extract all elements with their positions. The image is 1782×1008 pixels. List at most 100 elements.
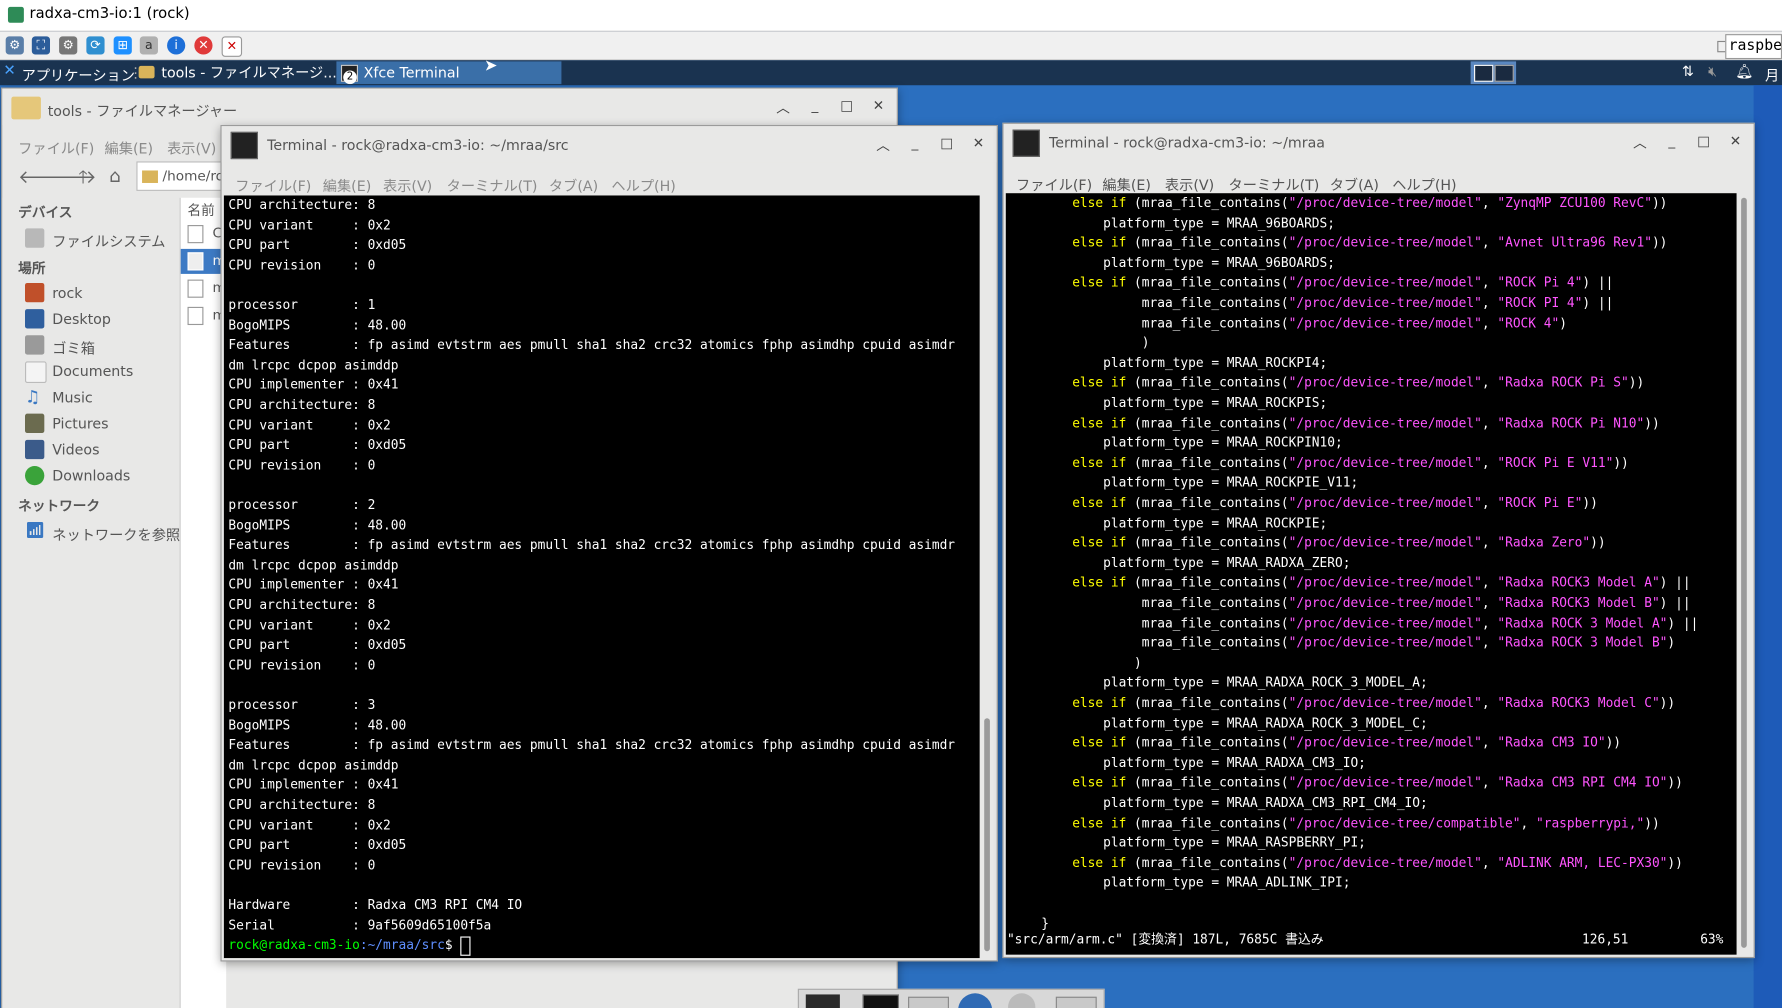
fullscreen-icon[interactable]: ⛶	[31, 36, 51, 55]
menu-edit[interactable]: 編集(E)	[105, 136, 153, 158]
home-icon	[25, 282, 45, 303]
scrollbar-thumb[interactable]	[984, 718, 990, 952]
code-text: mraa_file_contains(	[1010, 595, 1289, 611]
menu-file[interactable]: ファイル(F)	[1016, 173, 1092, 195]
close-session-icon[interactable]: ✕	[221, 36, 243, 57]
shell-prompt[interactable]: rock@radxa-cm3-io:~/mraa/src$	[228, 936, 471, 956]
workspace-switcher[interactable]	[1470, 61, 1517, 85]
sidebar-item-pictures[interactable]: Pictures	[25, 413, 109, 434]
code-keyword: else if	[1072, 695, 1127, 711]
terminal-right-content[interactable]: else if (mraa_file_contains("/proc/devic…	[1005, 193, 1737, 955]
shade-icon[interactable]: ︿	[874, 135, 892, 154]
menu-view[interactable]: 表示(V)	[1165, 173, 1214, 195]
info-icon[interactable]: i	[167, 36, 186, 55]
xfce-logo-icon[interactable]: ✕	[3, 63, 17, 80]
app-finder-launcher-icon[interactable]	[1008, 993, 1036, 1008]
file-row[interactable]: m	[181, 305, 226, 328]
terminal-launcher-icon[interactable]	[862, 994, 899, 1008]
connection-options-icon[interactable]: ⚙	[5, 36, 24, 55]
sidebar-item-browse-network[interactable]: 📶︎ ネットワークを参照	[25, 522, 180, 545]
column-header-name[interactable]: 名前	[188, 200, 215, 219]
folder-launcher-icon[interactable]	[1055, 996, 1097, 1008]
menu-edit[interactable]: 編集(E)	[323, 174, 371, 196]
menu-edit[interactable]: 編集(E)	[1102, 173, 1150, 195]
windows-key-icon[interactable]: ⊞	[113, 36, 132, 55]
forward-icon[interactable]: 🡒	[48, 165, 97, 188]
file-row[interactable]: m	[181, 277, 226, 300]
file-manager-titlebar[interactable]: tools - ファイルマネージャー ︿ _ □ ✕	[2, 88, 897, 126]
applications-menu[interactable]: アプリケーション	[22, 64, 135, 86]
path-bar[interactable]: /home/ro	[136, 161, 230, 191]
terminal-left-titlebar[interactable]: Terminal - rock@radxa-cm3-io: ~/mraa/src…	[221, 126, 997, 163]
shade-icon[interactable]: ︿	[774, 98, 792, 117]
sidebar-item-rock[interactable]: rock	[25, 282, 83, 303]
workspace-2-icon[interactable]	[1494, 64, 1514, 82]
close-icon[interactable]: ✕	[969, 135, 987, 151]
code-line: platform_type = MRAA_RADXA_ROCK_3_MODEL_…	[1010, 673, 1428, 693]
sidebar-item-filesystem[interactable]: ファイルシステム	[25, 228, 166, 252]
alt-key-icon[interactable]: a	[139, 36, 158, 55]
code-string: "/proc/device-tree/model"	[1288, 315, 1482, 331]
home-icon[interactable]: ⌂	[109, 165, 121, 187]
menu-terminal[interactable]: ターミナル(T)	[1229, 173, 1320, 195]
code-text: ,	[1481, 455, 1498, 471]
menu-terminal[interactable]: ターミナル(T)	[447, 174, 538, 196]
disconnect-icon[interactable]: ✕	[194, 36, 213, 55]
clock[interactable]: 月	[1765, 64, 1779, 86]
sidebar-item-videos[interactable]: Videos	[25, 439, 99, 460]
sidebar-item-documents[interactable]: Documents	[25, 361, 133, 384]
terminal-line: CPU implementer : 0x41	[228, 777, 399, 793]
menu-help[interactable]: ヘルプ(H)	[1392, 173, 1456, 195]
code-line: )	[1010, 653, 1142, 673]
scrollbar[interactable]	[1737, 193, 1752, 955]
menu-view[interactable]: 表示(V)	[167, 136, 216, 158]
close-icon[interactable]: ✕	[869, 98, 887, 114]
up-icon[interactable]: 🡑	[78, 165, 87, 196]
code-line: mraa_file_contains("/proc/device-tree/mo…	[1010, 633, 1675, 653]
menu-help[interactable]: ヘルプ(H)	[611, 174, 675, 196]
terminal-right-titlebar[interactable]: Terminal - rock@radxa-cm3-io: ~/mraa ︿ _…	[1003, 123, 1754, 161]
menu-view[interactable]: 表示(V)	[383, 174, 432, 196]
file-row[interactable]: m	[180, 248, 227, 274]
sidebar-item-music[interactable]: ♫ Music	[25, 387, 93, 406]
section-places: 場所	[18, 260, 46, 277]
scrollbar-thumb[interactable]	[1741, 197, 1747, 948]
code-text: ) ||	[1582, 275, 1614, 291]
task-file-manager[interactable]: tools - ファイルマネージ...	[134, 61, 357, 84]
code-text: )	[1667, 635, 1676, 651]
file-row[interactable]: C	[181, 223, 226, 246]
sidebar-item-trash[interactable]: ゴミ箱	[25, 335, 95, 358]
downloads-icon	[25, 465, 45, 486]
minimize-icon[interactable]: _	[806, 98, 824, 114]
search-input[interactable]: raspbe	[1725, 34, 1782, 60]
task-terminal[interactable]: 2 Xfce Terminal	[336, 61, 562, 85]
network-icon[interactable]: ⇅	[1682, 63, 1694, 80]
minimize-icon[interactable]: _	[906, 135, 924, 151]
maximize-icon[interactable]: □	[938, 135, 956, 151]
refresh-icon[interactable]: ⟳	[86, 36, 105, 55]
close-icon[interactable]: ✕	[1726, 133, 1744, 149]
maximize-icon[interactable]: □	[838, 98, 856, 114]
terminal-icon	[1012, 129, 1040, 157]
terminal-left-content[interactable]: CPU architecture: 8 CPU variant : 0x2 CPU …	[223, 195, 980, 959]
maximize-icon[interactable]: □	[1695, 133, 1713, 149]
sidebar-item-desktop[interactable]: Desktop	[25, 309, 111, 329]
volume-muted-icon[interactable]: 🔇︎	[1708, 63, 1717, 81]
menu-file[interactable]: ファイル(F)	[18, 136, 94, 158]
show-desktop-icon[interactable]	[805, 994, 840, 1008]
scrollbar[interactable]	[980, 195, 995, 959]
menu-file[interactable]: ファイル(F)	[235, 174, 311, 196]
workspace-1-icon[interactable]	[1474, 64, 1494, 82]
menu-tabs[interactable]: タブ(A)	[1330, 173, 1379, 195]
minimize-icon[interactable]: _	[1663, 133, 1681, 149]
notification-bell-icon[interactable]: 🔔︎	[1735, 63, 1753, 81]
code-string: "ROCK Pi E V11"	[1497, 455, 1614, 471]
settings-gear-icon[interactable]: ⚙	[59, 36, 78, 55]
shade-icon[interactable]: ︿	[1631, 133, 1649, 152]
code-text: ,	[1481, 375, 1498, 391]
file-manager-launcher-icon[interactable]	[908, 996, 949, 1008]
sidebar-item-downloads[interactable]: Downloads	[25, 465, 130, 486]
menu-tabs[interactable]: タブ(A)	[549, 174, 598, 196]
web-browser-launcher-icon[interactable]	[958, 993, 993, 1008]
code-text: ,	[1520, 815, 1536, 831]
